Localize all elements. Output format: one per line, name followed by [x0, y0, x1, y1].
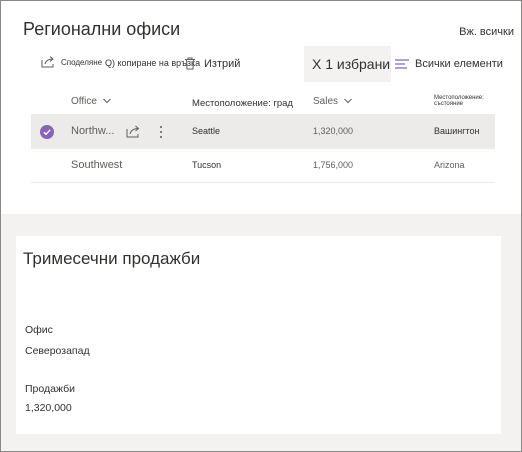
cell-sales: 1,320,000 [313, 126, 354, 136]
trash-icon [185, 57, 195, 70]
sales-field-label: Продажби [25, 383, 75, 395]
cell-city: Tucson [192, 160, 222, 170]
view-label: Всички елементи [415, 58, 503, 70]
office-field-value: Северозапад [25, 345, 90, 357]
form-web-part: Тримесечни продажби Офис Северозапад Про… [16, 236, 501, 434]
table-row[interactable]: Northw... Seattle 1,320,000 Вашингтон [31, 115, 495, 149]
row-checkmark-icon[interactable] [40, 125, 54, 139]
view-switcher[interactable]: Всички елементи [395, 58, 503, 70]
delete-command[interactable]: Изтрий [184, 57, 240, 70]
column-header-sales-label: Sales [313, 96, 339, 107]
list-title: Регионални офиси [23, 19, 181, 39]
sales-field-value: 1,320,000 [25, 402, 72, 414]
table-row[interactable]: Southwest Tucson 1,756,000 Arizona [31, 149, 495, 183]
cell-office[interactable]: Northw... [71, 125, 114, 137]
office-field-label: Офис [25, 324, 53, 336]
see-all-link[interactable]: Вж. всички [459, 26, 514, 38]
cell-state: Arizona [434, 160, 465, 170]
list-web-part: Регионални офиси Вж. всички Споделяне Q)… [1, 1, 521, 214]
column-header-office[interactable]: Office [71, 96, 111, 107]
column-header-city[interactable]: Местоположение: град [192, 98, 293, 109]
column-header-office-label: Office [71, 96, 97, 107]
share-icon [41, 56, 54, 68]
delete-label: Изтрий [204, 57, 241, 70]
view-menu-icon [395, 59, 409, 69]
more-options-icon[interactable] [158, 124, 164, 140]
cell-sales: 1,756,000 [313, 160, 354, 170]
selection-count-button[interactable]: X 1 избрани [304, 46, 391, 82]
selection-count-label: X 1 избрани [312, 56, 391, 72]
cell-city: Seattle [192, 126, 221, 136]
chevron-down-icon [343, 99, 352, 104]
share-label: Споделяне [61, 57, 103, 67]
cell-state: Вашингтон [434, 126, 480, 136]
chevron-down-icon [102, 99, 111, 104]
cell-office[interactable]: Southwest [71, 159, 122, 171]
table-header: Office Местоположение: град Sales Местоп… [31, 89, 495, 115]
share-icon[interactable] [126, 125, 140, 138]
column-header-state[interactable]: Местоположение: състояние [434, 95, 495, 107]
share-command[interactable]: Споделяне [41, 56, 102, 68]
column-header-sales[interactable]: Sales [313, 96, 352, 107]
form-title: Тримесечни продажби [23, 249, 201, 268]
